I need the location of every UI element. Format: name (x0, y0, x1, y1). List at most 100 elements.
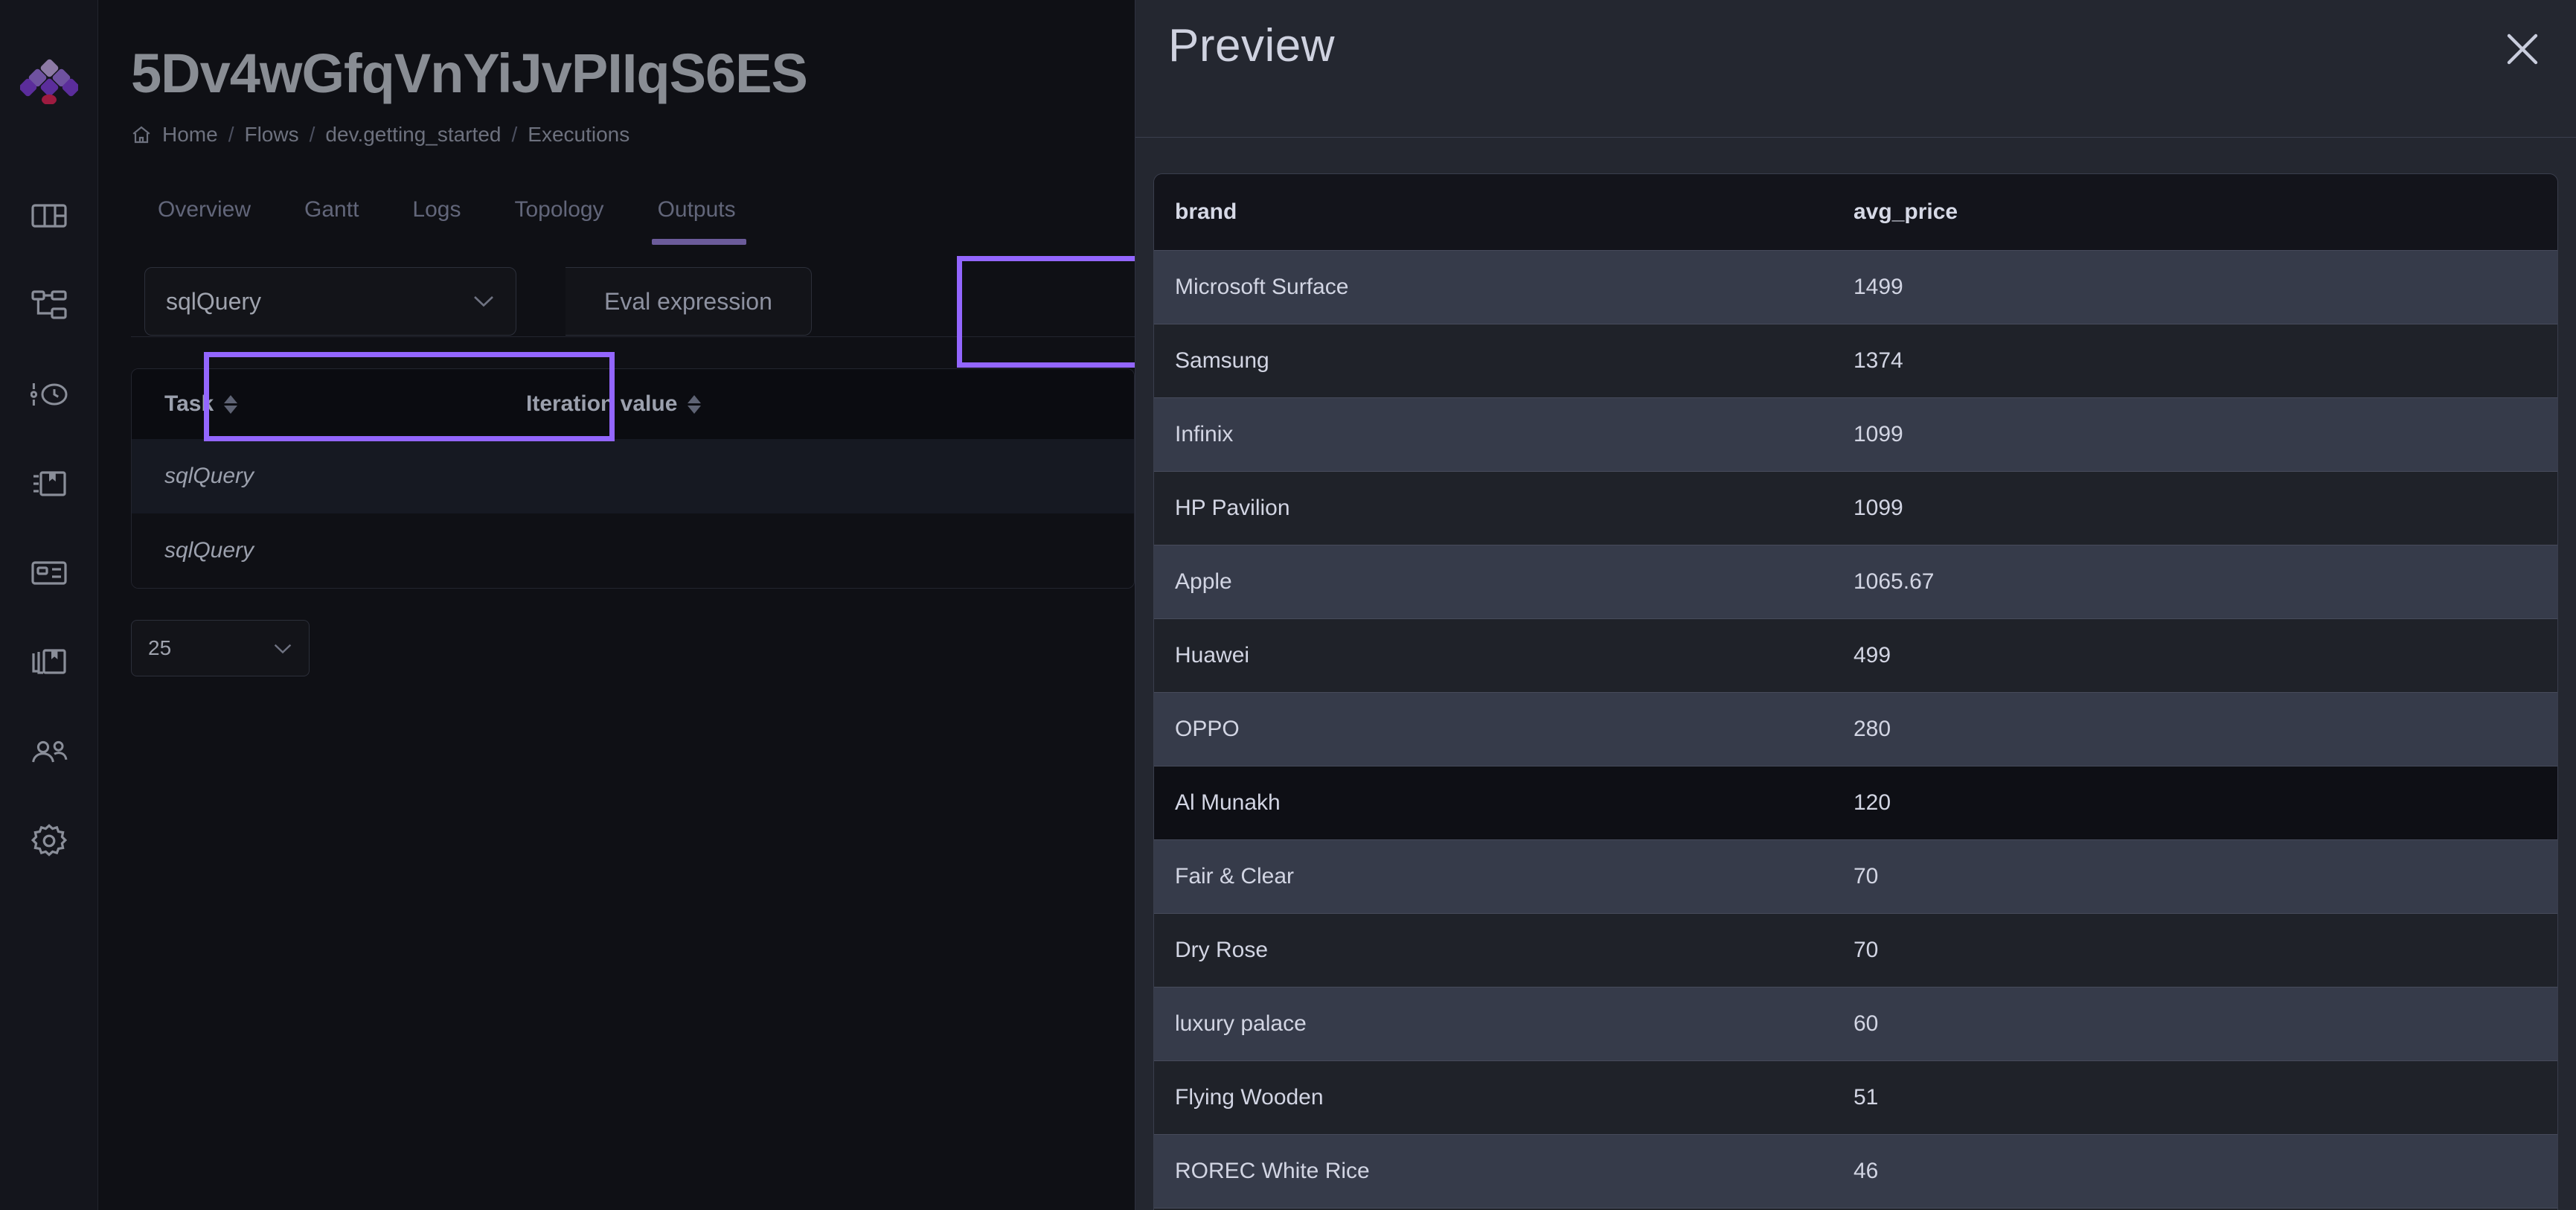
chevron-down-icon (273, 636, 292, 660)
page-size-select[interactable]: 25 (131, 620, 310, 676)
chevron-down-icon (472, 295, 495, 308)
table-row[interactable]: Al Munakh 120 (1154, 766, 2557, 839)
cell-avg-price: 60 (1853, 1011, 1879, 1036)
list-box-icon (31, 560, 67, 586)
sort-icon[interactable] (224, 394, 238, 414)
tab-logs[interactable]: Logs (385, 181, 487, 242)
table-row[interactable]: OPPO 280 (1154, 692, 2557, 766)
cell-brand: Flying Wooden (1175, 1085, 1324, 1110)
cell-brand: Al Munakh (1175, 790, 1281, 815)
cell-avg-price: 1099 (1853, 422, 1903, 446)
column-header-iteration-value-label: Iteration value (526, 391, 678, 416)
left-sidebar (0, 0, 98, 1210)
table-row[interactable]: ROREC White Rice 46 (1154, 1134, 2557, 1208)
home-icon[interactable] (131, 124, 152, 145)
sidebar-item-executions[interactable] (28, 374, 70, 415)
cell-brand: Dry Rose (1175, 938, 1269, 962)
flows-hierarchy-icon (31, 289, 67, 321)
cell-task: sqlQuery (164, 538, 254, 563)
table-row[interactable]: Infinix 1099 (1154, 397, 2557, 471)
cell-brand: Fair & Clear (1175, 864, 1295, 889)
preview-header: Preview (1135, 0, 2576, 138)
page-size-value: 25 (148, 636, 172, 659)
breadcrumb-separator: / (228, 123, 234, 146)
tab-gantt[interactable]: Gantt (278, 181, 385, 242)
table-row[interactable]: Huawei 499 (1154, 618, 2557, 692)
breadcrumb-item-home[interactable]: Home (162, 123, 218, 147)
sidebar-item-dashboard[interactable] (28, 195, 70, 237)
tabs-divider (131, 336, 1135, 337)
task-select[interactable]: sqlQuery (144, 267, 516, 336)
cell-avg-price: 1374 (1853, 348, 1903, 373)
cell-avg-price: 70 (1853, 864, 1879, 889)
table-row[interactable]: sqlQuery (132, 439, 1134, 513)
tab-overview[interactable]: Overview (131, 181, 278, 242)
table-row[interactable]: Apple 1065.67 (1154, 545, 2557, 618)
table-row[interactable]: luxury palace 60 (1154, 987, 2557, 1060)
table-row[interactable]: Samsung 1374 (1154, 324, 2557, 397)
sort-icon[interactable] (688, 394, 702, 414)
table-row[interactable]: Dry Rose 70 (1154, 913, 2557, 987)
cell-avg-price: 46 (1853, 1159, 1879, 1183)
task-select-value: sqlQuery (166, 287, 262, 315)
eval-expression-label: Eval expression (604, 287, 772, 315)
breadcrumb-item-flows[interactable]: Flows (244, 123, 298, 147)
breadcrumb: Home / Flows / dev.getting_started / Exe… (131, 123, 1135, 147)
table-row[interactable]: Microsoft Surface 1499 (1154, 250, 2557, 324)
column-header-task[interactable]: Task (132, 391, 526, 417)
breadcrumb-item-namespace[interactable]: dev.getting_started (325, 123, 501, 147)
preview-table-header: brand avg_price (1154, 174, 2557, 250)
dashboard-icon (31, 201, 67, 231)
column-header-brand: brand (1175, 199, 1237, 224)
column-header-iteration-value[interactable]: Iteration value (526, 391, 1134, 417)
clock-history-icon (30, 381, 68, 408)
cell-brand: Infinix (1175, 422, 1234, 446)
column-header-avg-price: avg_price (1853, 199, 1958, 224)
close-icon[interactable] (2502, 28, 2543, 70)
table-row[interactable]: sqlQuery (132, 513, 1134, 588)
cell-brand: HP Pavilion (1175, 496, 1290, 520)
breadcrumb-item-executions[interactable]: Executions (528, 123, 629, 147)
preview-data-table: brand avg_price Microsoft Surface 1499 S… (1153, 173, 2558, 1210)
preview-title: Preview (1168, 20, 1336, 71)
app-root: 5Dv4wGfqVnYiJvPIIqS6ES Home / Flows / de… (0, 0, 2576, 1210)
outputs-table-header: Task Iteration value (132, 369, 1134, 439)
sidebar-item-blueprints[interactable] (28, 641, 70, 683)
breadcrumb-separator: / (511, 123, 518, 146)
sidebar-item-namespaces[interactable] (28, 463, 70, 505)
page-title: 5Dv4wGfqVnYiJvPIIqS6ES (131, 42, 808, 104)
cell-brand: OPPO (1175, 717, 1240, 741)
cell-brand: Huawei (1175, 643, 1250, 668)
tab-topology[interactable]: Topology (487, 181, 630, 242)
sidebar-item-logs[interactable] (28, 552, 70, 594)
table-row[interactable]: Flying Wooden 51 (1154, 1060, 2557, 1134)
preview-body: brand avg_price Microsoft Surface 1499 S… (1135, 138, 2576, 1210)
cell-brand: Microsoft Surface (1175, 275, 1349, 299)
sidebar-item-flows[interactable] (28, 284, 70, 326)
cell-avg-price: 1099 (1853, 496, 1903, 520)
cell-brand: ROREC White Rice (1175, 1159, 1370, 1183)
cell-avg-price: 1065.67 (1853, 569, 1935, 594)
book-icon (31, 470, 67, 498)
eval-expression-button[interactable]: Eval expression (565, 267, 812, 336)
table-row[interactable]: HP Pavilion 1099 (1154, 471, 2557, 545)
cell-brand: Samsung (1175, 348, 1269, 373)
column-header-task-label: Task (164, 391, 214, 416)
gear-icon (31, 824, 67, 858)
cell-avg-price: 499 (1853, 643, 1891, 668)
cell-task: sqlQuery (164, 464, 254, 488)
preview-panel: Preview brand avg_price Microsoft Surfac… (1135, 0, 2576, 1210)
kestra-logo[interactable] (19, 58, 80, 105)
sidebar-item-settings[interactable] (28, 820, 70, 862)
sidebar-nav (28, 195, 70, 862)
cell-avg-price: 70 (1853, 938, 1879, 962)
table-row[interactable]: Fair & Clear 70 (1154, 839, 2557, 913)
cell-brand: Apple (1175, 569, 1232, 594)
tab-outputs[interactable]: Outputs (631, 181, 763, 245)
sidebar-item-administration[interactable] (28, 731, 70, 772)
cell-avg-price: 1499 (1853, 275, 1903, 299)
outputs-filter-row: sqlQuery Eval expression (144, 267, 1135, 336)
execution-tabs: Overview Gantt Logs Topology Outputs (131, 181, 1098, 245)
cell-avg-price: 120 (1853, 790, 1891, 815)
books-stack-icon (31, 648, 67, 676)
